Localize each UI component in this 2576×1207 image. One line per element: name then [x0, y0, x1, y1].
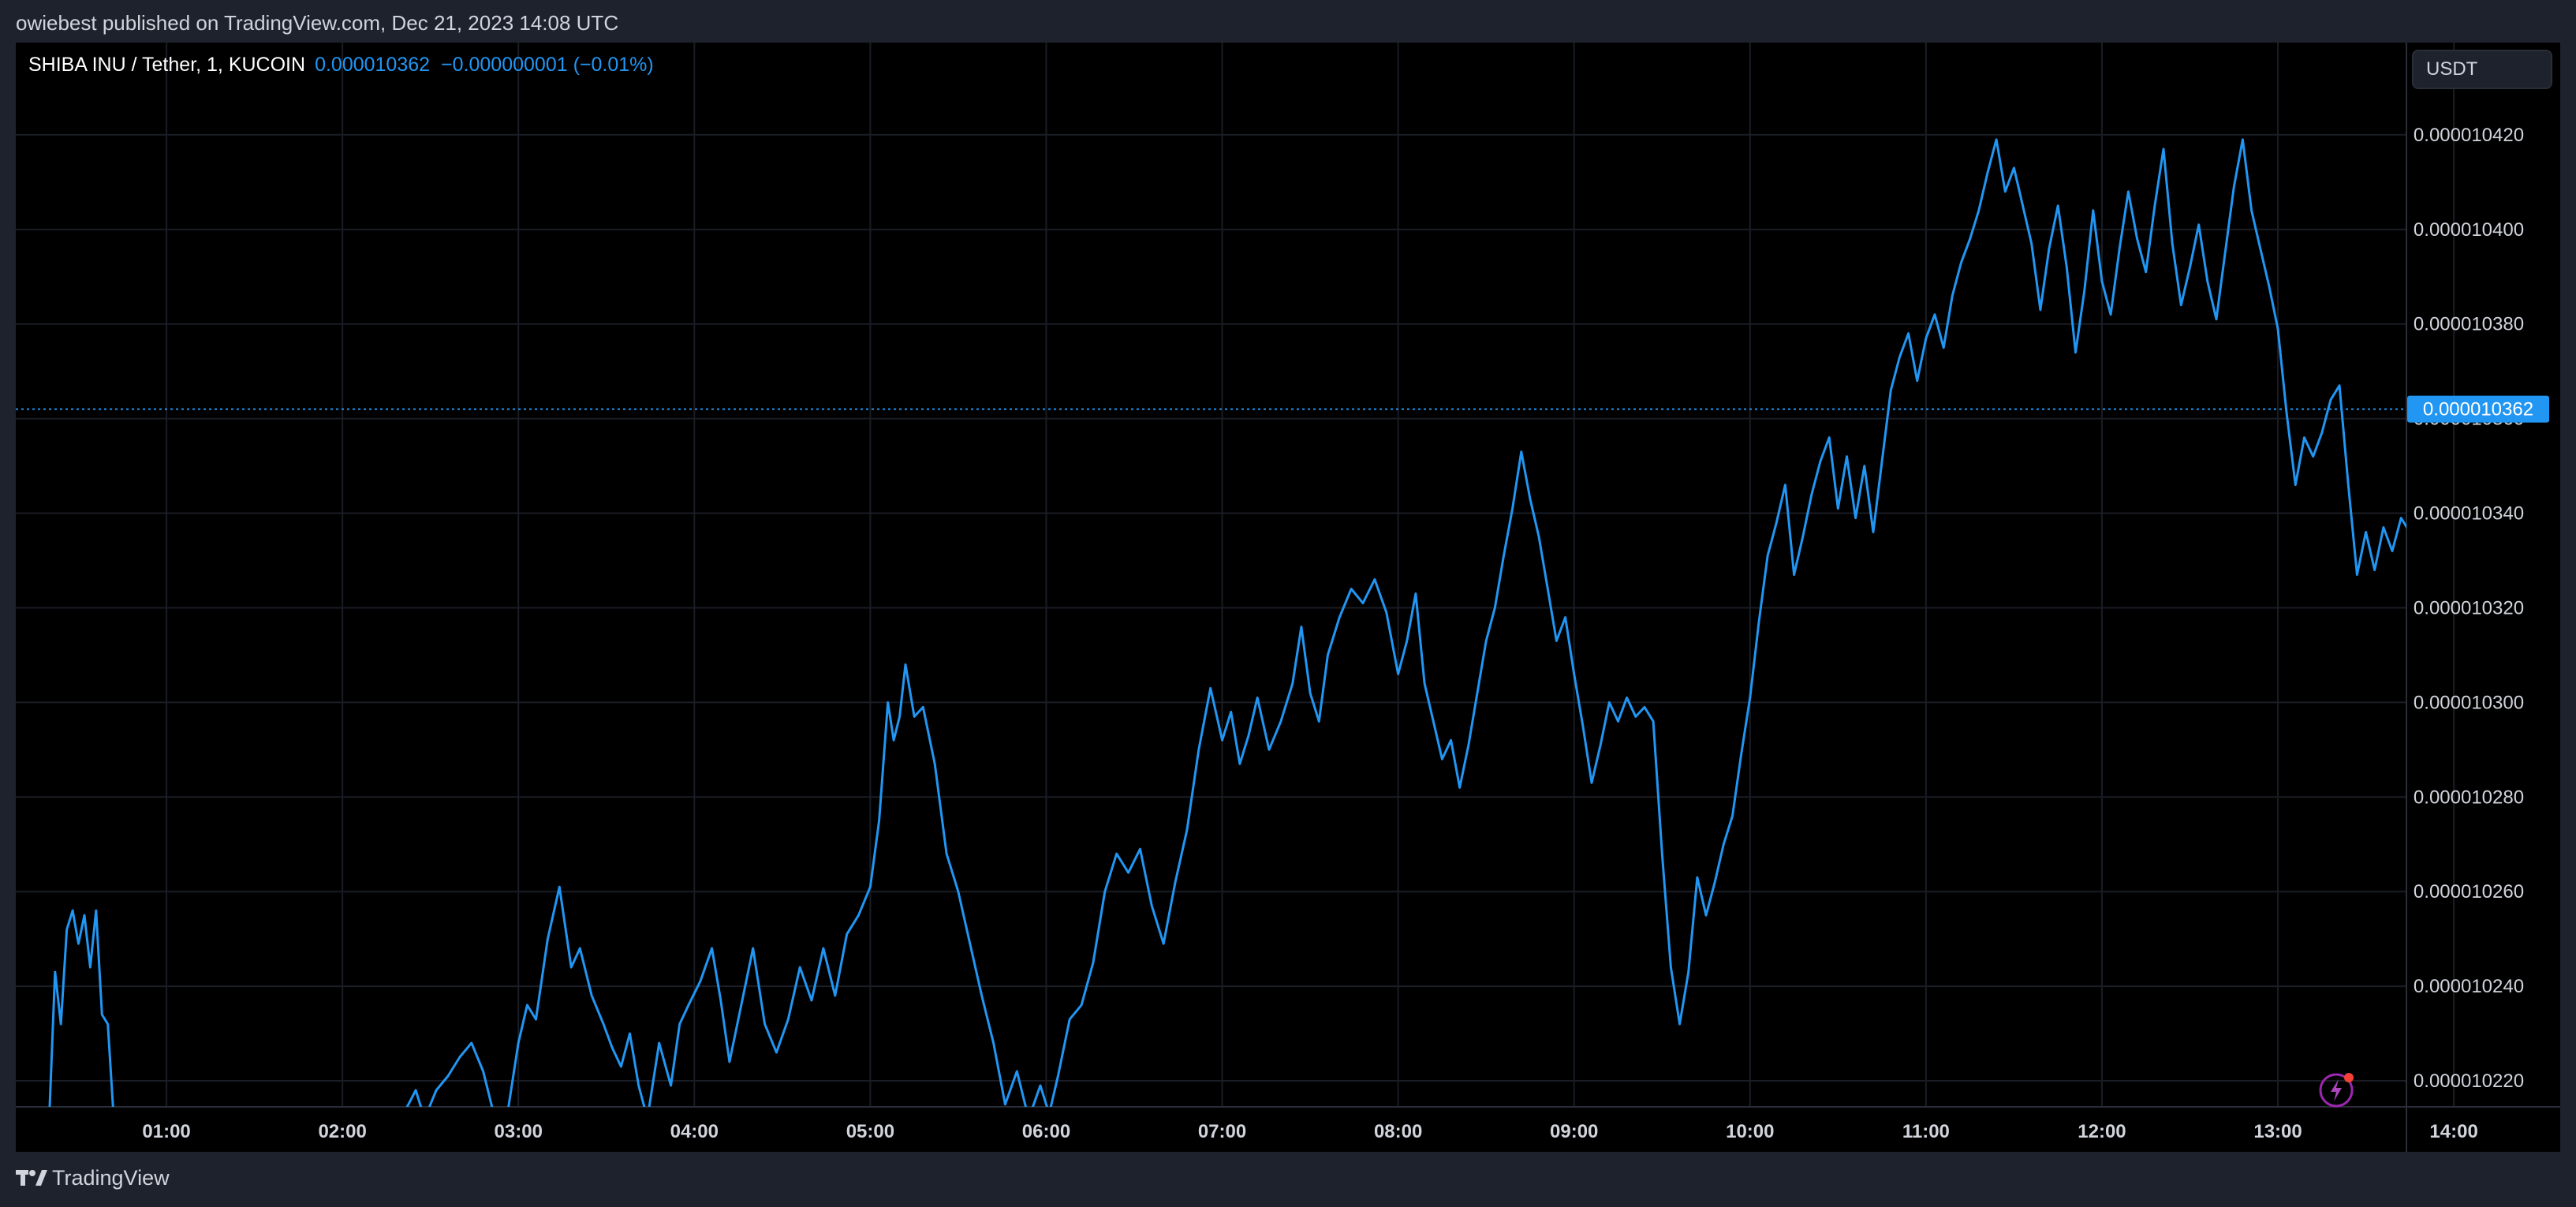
price-tick-label: 0.000010260 — [2414, 881, 2524, 902]
price-tick-label: 0.000010320 — [2414, 597, 2524, 618]
time-tick-label: 09:00 — [1550, 1121, 1598, 1142]
price-series — [48, 138, 2406, 1107]
time-tick-label: 03:00 — [495, 1121, 543, 1142]
tradingview-brand[interactable]: TradingView — [52, 1166, 170, 1190]
time-tick-label: 07:00 — [1198, 1121, 1246, 1142]
price-tick-label: 0.000010380 — [2414, 314, 2524, 335]
last-price-badge: 0.000010362 — [2407, 395, 2549, 423]
price-axis[interactable]: 0.000010220 0.000010240 0.000010260 0.00001… — [2414, 125, 2524, 1092]
chart-panel[interactable]: 0.000010220 0.000010240 0.000010260 0.00001… — [16, 43, 2560, 1152]
price-tick-label: 0.000010300 — [2414, 692, 2524, 713]
time-tick-label: 10:00 — [1726, 1121, 1774, 1142]
last-price-label: 0.000010362 — [2423, 399, 2533, 420]
currency-selector[interactable]: USDT — [2412, 50, 2552, 89]
symbol-legend[interactable]: SHIBA INU / Tether, 1, KUCOIN 0.000010362… — [28, 54, 654, 77]
time-axis[interactable]: 01:00 02:00 03:00 04:00 05:00 06:00 07:00 08:00… — [142, 1121, 2477, 1142]
price-tick-label: 0.000010420 — [2414, 125, 2524, 146]
price-chart[interactable]: 0.000010220 0.000010240 0.000010260 0.00001… — [16, 43, 2560, 1152]
footer — [0, 1152, 2576, 1207]
time-tick-label: 05:00 — [846, 1121, 894, 1142]
price-tick-label: 0.000010280 — [2414, 787, 2524, 808]
legend-change: −0.000000001 (−0.01%) — [441, 54, 654, 76]
time-tick-label: 08:00 — [1374, 1121, 1422, 1142]
symbol-label[interactable]: SHIBA INU / Tether, 1, KUCOIN — [28, 54, 305, 76]
time-tick-label: 13:00 — [2253, 1121, 2302, 1142]
price-tick-label: 0.000010340 — [2414, 503, 2524, 525]
time-tick-label: 04:00 — [670, 1121, 719, 1142]
time-tick-label: 01:00 — [142, 1121, 190, 1142]
price-tick-label: 0.000010400 — [2414, 219, 2524, 241]
price-line — [48, 138, 2406, 1107]
price-tick-label: 0.000010240 — [2414, 976, 2524, 997]
tradingview-logo-icon[interactable] — [16, 1168, 47, 1191]
time-tick-label: 02:00 — [318, 1121, 366, 1142]
lightning-icon[interactable] — [2317, 1068, 2358, 1113]
time-tick-label: 14:00 — [2429, 1121, 2477, 1142]
price-tick-label: 0.000010220 — [2414, 1071, 2524, 1092]
time-tick-label: 06:00 — [1022, 1121, 1070, 1142]
time-tick-label: 11:00 — [1902, 1121, 1950, 1142]
time-tick-label: 12:00 — [2078, 1121, 2126, 1142]
publisher-caption: owiebest published on TradingView.com, D… — [16, 11, 619, 35]
header: owiebest published on TradingView.com, D… — [0, 0, 2576, 43]
grid — [16, 43, 2455, 1107]
legend-price: 0.000010362 — [315, 54, 431, 76]
